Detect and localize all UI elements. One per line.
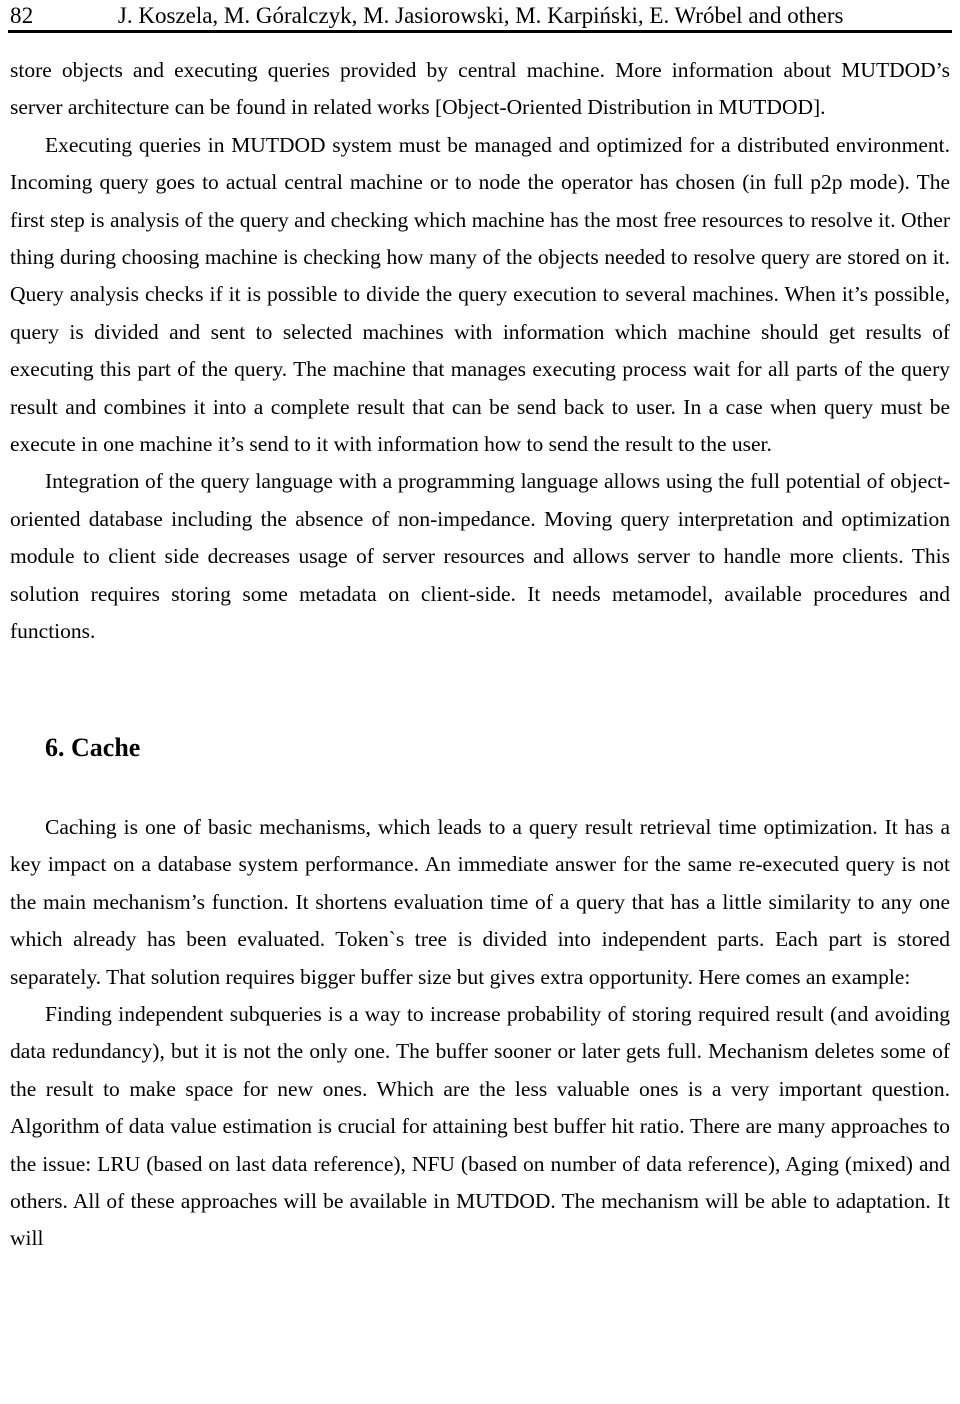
- heading-spacer-above: [10, 651, 950, 729]
- paragraph-continued: store objects and executing queries prov…: [10, 58, 950, 120]
- page-body: store objects and executing queries prov…: [10, 52, 950, 1258]
- running-head: 82 J. Koszela, M. Góralczyk, M. Jasiorow…: [10, 2, 950, 30]
- page-number: 82: [10, 3, 34, 28]
- paragraph-query-execution: Executing queries in MUTDOD system must …: [10, 132, 950, 457]
- paragraph-independent-subqueries: Finding independent subqueries is a way …: [10, 1001, 950, 1251]
- header-rule: [8, 30, 952, 33]
- heading-spacer-below: [10, 766, 950, 809]
- paragraph-caching-intro: Caching is one of basic mechanisms, whic…: [10, 814, 950, 989]
- paragraph-query-language-integration: Integration of the query language with a…: [10, 469, 950, 644]
- running-head-authors: J. Koszela, M. Góralczyk, M. Jasiorowski…: [117, 3, 844, 28]
- document-page: 82 J. Koszela, M. Góralczyk, M. Jasiorow…: [0, 0, 960, 1404]
- section-heading-cache: 6. Cache: [45, 732, 141, 762]
